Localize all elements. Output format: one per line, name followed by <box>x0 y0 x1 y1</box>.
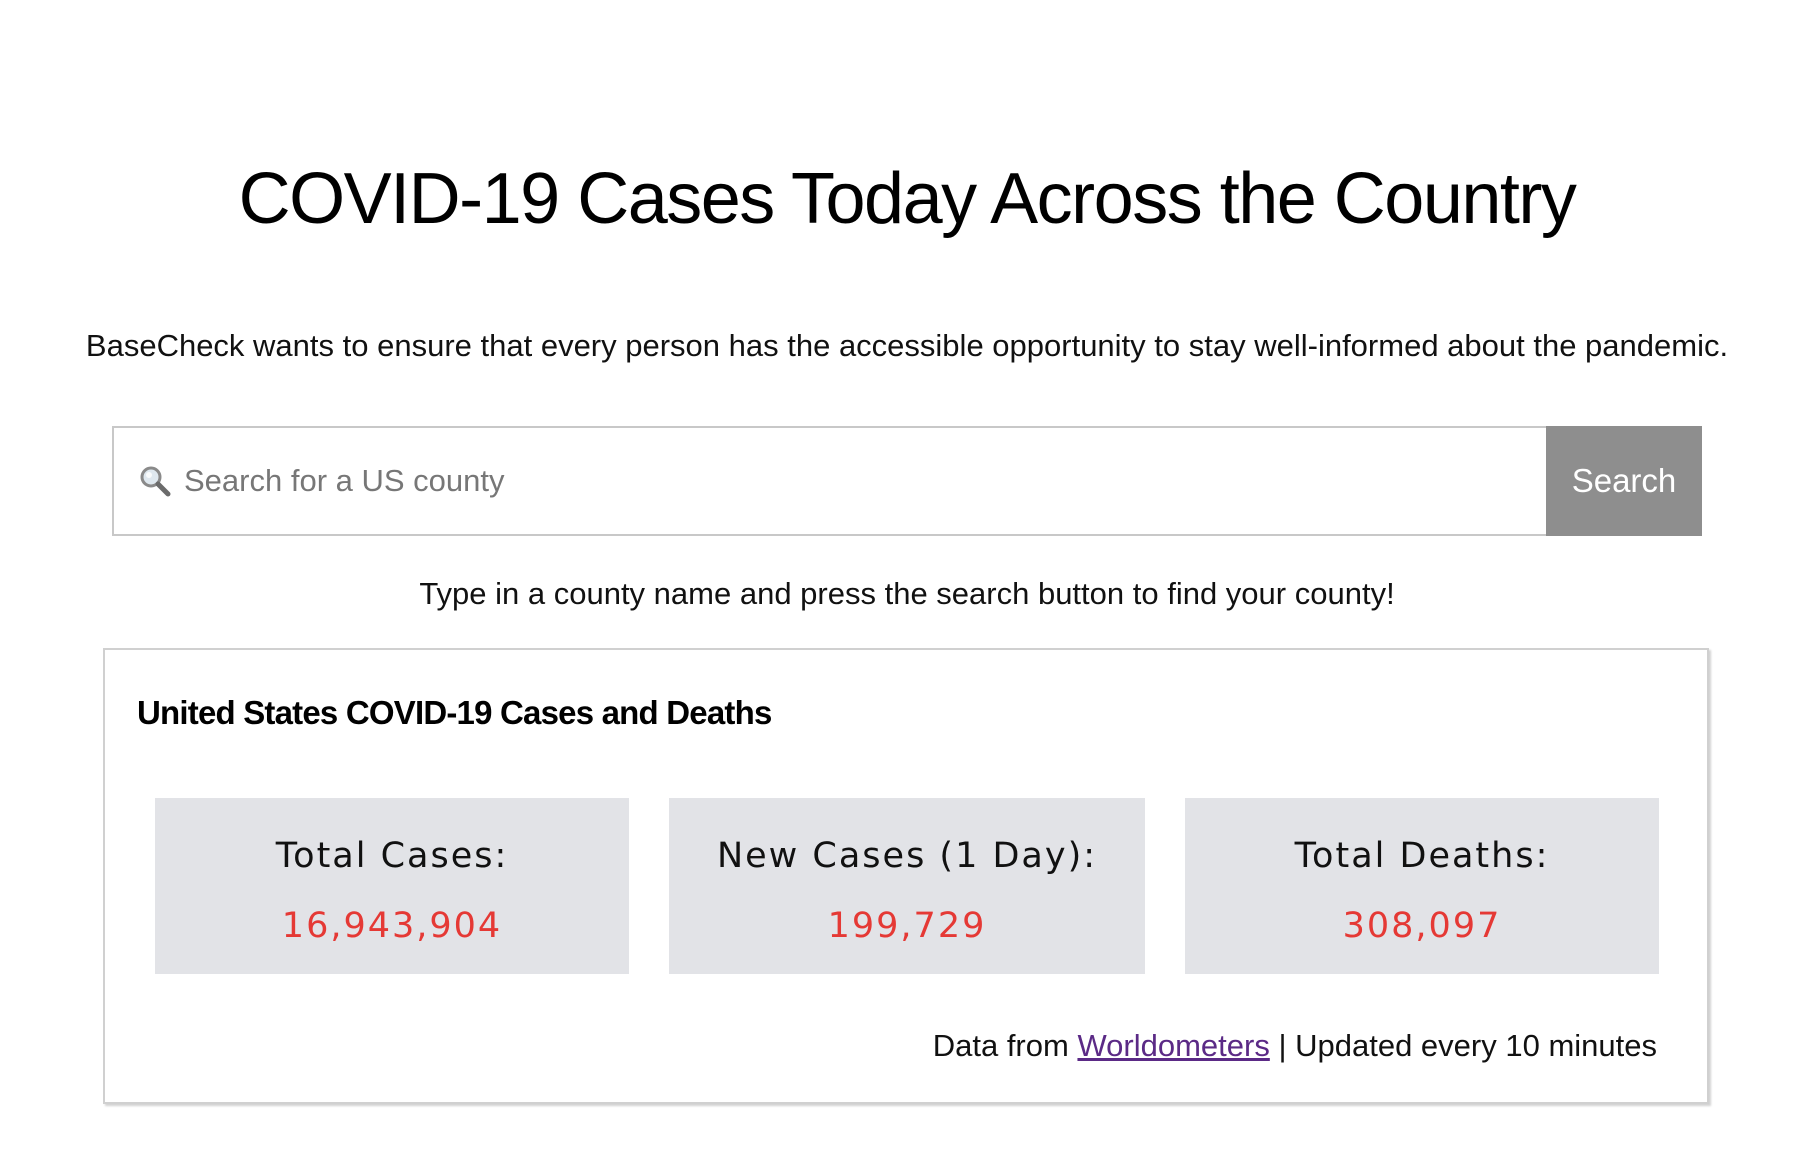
search-hint: Type in a county name and press the sear… <box>419 576 1395 611</box>
total-cases-tile: Total Cases: 16,943,904 <box>155 798 629 974</box>
data-source-line: Data from Worldometers | Updated every 1… <box>933 1028 1657 1064</box>
new-cases-value: 199,729 <box>827 906 987 946</box>
search-field[interactable] <box>112 426 1546 536</box>
intro-text: BaseCheck wants to ensure that every per… <box>85 328 1729 363</box>
new-cases-tile: New Cases (1 Day): 199,729 <box>669 798 1145 974</box>
worldometers-link[interactable]: Worldometers <box>1077 1028 1269 1063</box>
source-prefix: Data from <box>932 1028 1069 1063</box>
total-cases-value: 16,943,904 <box>281 906 503 946</box>
us-stats-card: United States COVID-19 Cases and Deaths … <box>103 648 1709 1104</box>
search-button[interactable]: Search <box>1546 426 1702 536</box>
search-icon <box>138 464 172 498</box>
total-deaths-tile: Total Deaths: 308,097 <box>1185 798 1659 974</box>
search-input[interactable] <box>182 450 1546 512</box>
total-deaths-value: 308,097 <box>1342 906 1502 946</box>
card-title: United States COVID-19 Cases and Deaths <box>137 694 772 731</box>
county-search-form: Search <box>112 426 1702 536</box>
page-title: COVID-19 Cases Today Across the Country <box>238 159 1577 239</box>
total-cases-label: Total Cases: <box>275 836 509 876</box>
new-cases-label: New Cases (1 Day): <box>716 836 1098 876</box>
total-deaths-label: Total Deaths: <box>1294 836 1550 876</box>
source-suffix: | Updated every 10 minutes <box>1278 1028 1657 1063</box>
